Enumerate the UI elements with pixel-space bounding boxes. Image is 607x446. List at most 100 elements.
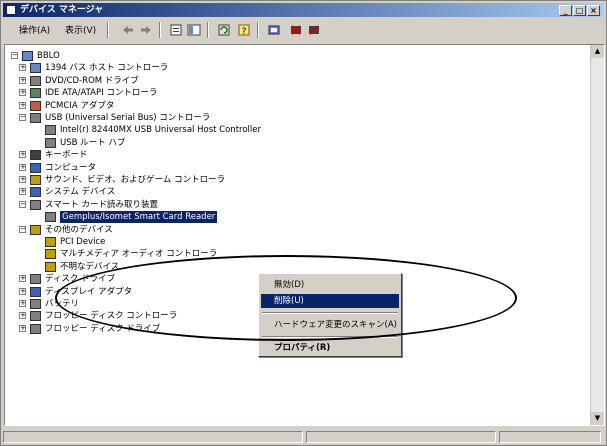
expand-toggle-icon[interactable]: + (19, 89, 26, 97)
category-icon (30, 75, 41, 86)
scroll-down-arrow-icon[interactable]: ▼ (591, 412, 604, 425)
close-button[interactable]: × (587, 5, 600, 16)
minimize-button[interactable]: _ (559, 5, 572, 16)
tree-item-label: サウンド、ビデオ、およびゲーム コントローラ (45, 175, 226, 185)
category-icon (30, 274, 41, 285)
tree-root-label: BBLO (37, 51, 60, 61)
collapse-toggle-icon[interactable]: − (19, 225, 26, 233)
uninstall-icon[interactable] (289, 23, 303, 37)
category-icon (30, 175, 41, 185)
expand-toggle-icon[interactable]: + (19, 151, 26, 159)
help-icon[interactable]: ? (237, 23, 251, 37)
tree-item-label: コンピュータ (45, 162, 97, 173)
tree-item-label: その他のデバイス (45, 224, 113, 235)
context-menu: 無効(D) 削除(U) ハードウェア変更のスキャン(A) プロパティ(R) (258, 273, 402, 357)
back-arrow-icon[interactable] (121, 23, 135, 37)
collapse-toggle-icon[interactable]: − (11, 52, 18, 59)
tree-item-label: USB ルート ハブ (60, 137, 126, 148)
scroll-up-arrow-icon[interactable]: ▲ (591, 45, 604, 58)
tree-item-label: PCMCIA アダプタ (45, 100, 115, 111)
menu-item-disable[interactable]: 無効(D) (261, 278, 399, 292)
tree-item-label: USB (Universal Serial Bus) コントローラ (45, 113, 211, 123)
tree-item-label: システム デバイス (45, 187, 116, 198)
properties-icon[interactable] (169, 23, 183, 37)
expand-toggle-icon[interactable]: + (19, 312, 26, 320)
tree-item-label: マルチメディア オーディオ コントローラ (60, 249, 218, 260)
category-icon (30, 286, 41, 297)
expand-toggle-icon[interactable]: + (19, 275, 26, 283)
category-icon (30, 224, 41, 235)
tree-item-label: スマート カード読み取り装置 (45, 199, 158, 210)
category-icon (30, 63, 41, 74)
category-icon (30, 100, 41, 111)
tree-item-label: ディスプレイ アダプタ (45, 286, 133, 297)
tree-item-label: フロッピー ディスク ドライブ (45, 323, 161, 334)
computer-icon (22, 51, 33, 61)
expand-toggle-icon[interactable]: + (19, 163, 26, 171)
svg-text:?: ? (242, 27, 247, 37)
tree-item-label: ディスク ドライブ (45, 274, 116, 285)
device-manager-window: デバイス マネージャ _ □ × 操作(A) 表示(V) ? − BBLO +139… (0, 0, 607, 446)
tree-item-label: フロッピー ディスク コントローラ (45, 311, 178, 322)
device-icon (45, 237, 56, 247)
category-icon (30, 88, 41, 99)
status-bar (3, 429, 604, 445)
tree-item-label: 不明なデバイス (60, 261, 120, 272)
device-icon (45, 249, 56, 260)
expand-toggle-icon[interactable]: + (19, 188, 26, 196)
menu-separator (262, 336, 398, 338)
disable-icon[interactable] (307, 23, 321, 37)
toolbar-separator (257, 22, 259, 38)
menu-view[interactable]: 表示(V) (65, 23, 96, 36)
expand-toggle-icon[interactable]: + (19, 76, 26, 84)
category-icon (30, 323, 41, 334)
status-pane (306, 431, 496, 443)
expand-toggle-icon[interactable]: + (19, 300, 26, 307)
collapse-toggle-icon[interactable]: − (19, 200, 26, 208)
category-icon (30, 162, 41, 173)
category-icon (30, 113, 41, 123)
menu-item-uninstall[interactable]: 削除(U) (261, 294, 399, 308)
status-pane (3, 431, 303, 443)
selected-device-label: Gemplus/Isomet Smart Card Reader (60, 211, 218, 224)
toolbar: 操作(A) 表示(V) ? (3, 19, 604, 41)
menu-action[interactable]: 操作(A) (19, 23, 50, 36)
window-controls: _ □ × (559, 5, 600, 16)
refresh-icon[interactable] (217, 23, 231, 37)
device-tree-panel[interactable]: − BBLO +1394 バス ホスト コントローラ + DVD/CD-ROM ドライブ… (4, 44, 605, 426)
status-pane (499, 431, 601, 443)
device-icon (45, 137, 56, 148)
tree-item-label: IDE ATA/ATAPI コントローラ (45, 88, 158, 99)
vertical-scrollbar[interactable]: ▲ ▼ (590, 45, 604, 425)
menu-separator (262, 312, 398, 314)
expand-toggle-icon[interactable]: + (19, 287, 26, 295)
menu-item-scan-hardware[interactable]: ハードウェア変更のスキャン(A) (261, 318, 399, 332)
category-icon (30, 199, 41, 210)
expand-toggle-icon[interactable]: + (19, 176, 26, 183)
view-icon[interactable] (187, 23, 201, 37)
collapse-toggle-icon[interactable]: − (19, 114, 26, 121)
device-icon (45, 212, 56, 223)
tree-item-label: バッテリ (45, 299, 80, 309)
expand-toggle-icon[interactable]: + (19, 101, 26, 109)
device-icon (45, 261, 56, 272)
category-icon (30, 150, 41, 161)
category-icon (30, 299, 41, 309)
category-icon (30, 187, 41, 198)
tree-item-label: 1394 バス ホスト コントローラ (45, 63, 169, 74)
expand-toggle-icon[interactable]: + (19, 64, 26, 72)
expand-toggle-icon[interactable]: + (19, 324, 26, 332)
toolbar-separator (159, 22, 161, 38)
tree-item-label: DVD/CD-ROM ドライブ (45, 75, 139, 86)
forward-arrow-icon[interactable] (139, 23, 153, 37)
tree-item-label: キーボード (45, 150, 88, 161)
title-bar[interactable]: デバイス マネージャ _ □ × (3, 3, 604, 17)
toolbar-separator (107, 22, 109, 38)
device-manager-icon (6, 5, 16, 15)
tree-item-label: PCI Device (60, 237, 106, 247)
tree-item-label: Intel(r) 82440MX USB Universal Host Cont… (60, 125, 261, 136)
maximize-button[interactable]: □ (573, 5, 586, 16)
scan-hardware-icon[interactable] (267, 23, 281, 37)
category-icon (30, 311, 41, 322)
menu-item-properties[interactable]: プロパティ(R) (261, 341, 399, 355)
